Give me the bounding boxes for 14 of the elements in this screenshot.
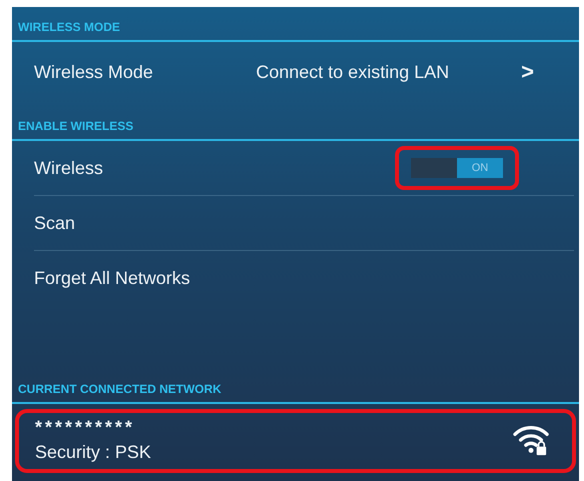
section-header: CURRENT CONNECTED NETWORK (12, 369, 579, 404)
network-item[interactable]: ********** Security : PSK (15, 409, 576, 473)
section-header: ENABLE WIRELESS (12, 106, 579, 141)
row-value: Connect to existing LAN (256, 62, 450, 82)
network-name: ********** (35, 417, 136, 438)
wireless-mode-row[interactable]: Wireless Mode Connect to existing LAN > (34, 42, 574, 106)
wifi-lock-icon (512, 423, 550, 457)
row-label: Wireless Mode (34, 62, 154, 82)
chevron-icon: > (521, 59, 534, 85)
security-label: Security : PSK (35, 442, 152, 463)
row-label: Wireless (34, 158, 104, 178)
section-header: WIRELESS MODE (12, 7, 579, 42)
menu-item[interactable]: Forget All Networks (34, 251, 574, 306)
menu-item[interactable]: Scan (34, 196, 574, 251)
